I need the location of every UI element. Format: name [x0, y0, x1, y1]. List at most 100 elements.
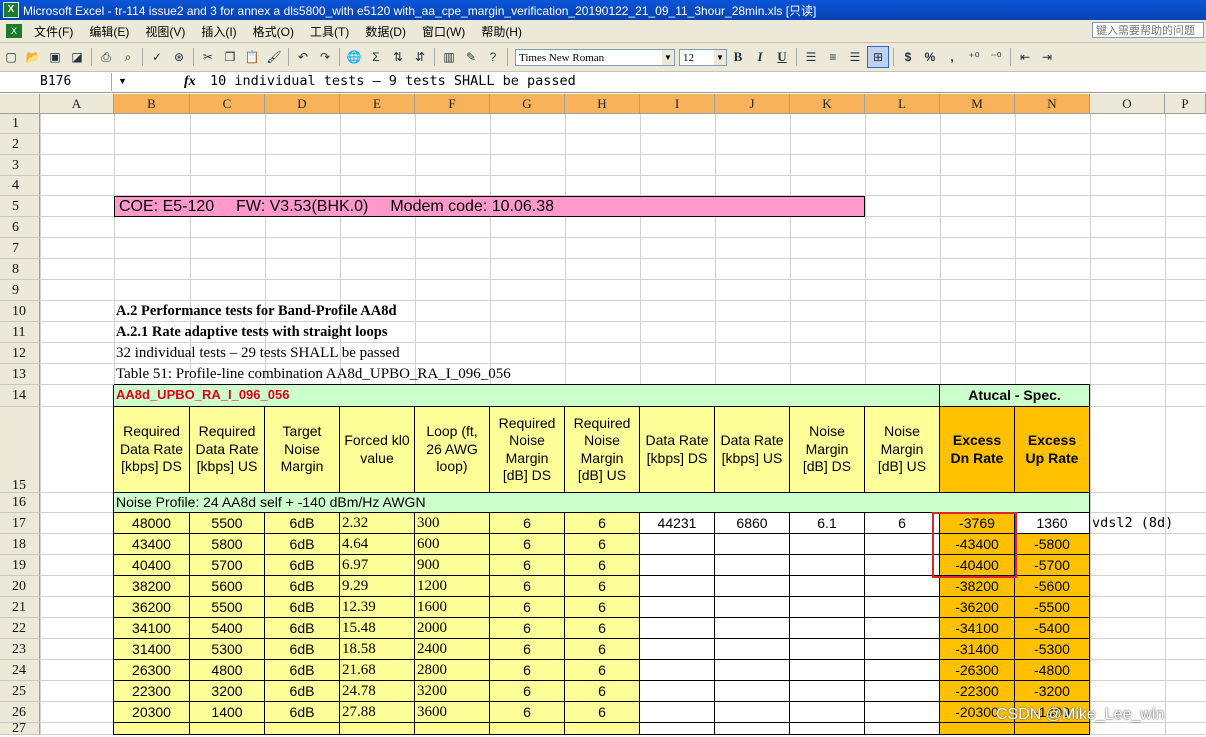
header-cell-d[interactable]: Target Noise Margin: [265, 407, 340, 493]
data-cell-h23[interactable]: 6: [565, 639, 640, 660]
data-cell-d24[interactable]: 6dB: [265, 660, 340, 681]
data-cell-j18[interactable]: [715, 534, 790, 555]
row-header-12[interactable]: 12: [0, 343, 40, 364]
open-icon[interactable]: 📂: [23, 47, 43, 67]
row-header-16[interactable]: 16: [0, 493, 40, 513]
data-cell-c23[interactable]: 5300: [190, 639, 265, 660]
data-cell-f19[interactable]: 900: [415, 555, 490, 576]
data-cell-n22[interactable]: -5400: [1015, 618, 1090, 639]
data-cell-e25[interactable]: 24.78: [340, 681, 415, 702]
data-cell-j25[interactable]: [715, 681, 790, 702]
new-icon[interactable]: ▢: [1, 47, 21, 67]
data-cell-k21[interactable]: [790, 597, 865, 618]
data-cell-f22[interactable]: 2000: [415, 618, 490, 639]
data-cell-d25[interactable]: 6dB: [265, 681, 340, 702]
data-cell-n23[interactable]: -5300: [1015, 639, 1090, 660]
data-cell-d19[interactable]: 6dB: [265, 555, 340, 576]
data-cell-i18[interactable]: [640, 534, 715, 555]
data-cell-h26[interactable]: 6: [565, 702, 640, 723]
data-cell-i25[interactable]: [640, 681, 715, 702]
data-cell-m24[interactable]: -26300: [940, 660, 1015, 681]
atucal-spec-cell[interactable]: Atucal - Spec.: [940, 385, 1090, 407]
data-cell-k26[interactable]: [790, 702, 865, 723]
column-header-h[interactable]: H: [565, 94, 640, 114]
data-cell-l18[interactable]: [865, 534, 940, 555]
menu-view[interactable]: 视图(V): [137, 23, 193, 40]
data-cell-j17[interactable]: 6860: [715, 513, 790, 534]
chevron-down-icon[interactable]: ▼: [662, 49, 674, 65]
data-cell-e22[interactable]: 15.48: [340, 618, 415, 639]
menu-file[interactable]: 文件(F): [26, 23, 81, 40]
data-cell-j23[interactable]: [715, 639, 790, 660]
row-header-1[interactable]: 1: [0, 114, 40, 134]
section-heading[interactable]: A.2 Performance tests for Band-Profile A…: [114, 301, 714, 322]
data-cell-l20[interactable]: [865, 576, 940, 597]
data-cell-h18[interactable]: 6: [565, 534, 640, 555]
data-cell-g22[interactable]: 6: [490, 618, 565, 639]
data-cell-row27[interactable]: [265, 723, 340, 735]
row-header-7[interactable]: 7: [0, 238, 40, 259]
column-header-b[interactable]: B: [114, 94, 190, 114]
header-cell-e[interactable]: Forced kl0 value: [340, 407, 415, 493]
data-cell-e23[interactable]: 18.58: [340, 639, 415, 660]
menu-window[interactable]: 窗口(W): [414, 23, 473, 40]
data-cell-m23[interactable]: -31400: [940, 639, 1015, 660]
header-cell-i[interactable]: Data Rate [kbps] DS: [640, 407, 715, 493]
row-header-5[interactable]: 5: [0, 196, 40, 217]
data-cell-k19[interactable]: [790, 555, 865, 576]
data-cell-g18[interactable]: 6: [490, 534, 565, 555]
copy-icon[interactable]: ❐: [220, 47, 240, 67]
data-cell-h22[interactable]: 6: [565, 618, 640, 639]
decrease-decimal-icon[interactable]: ⁻⁰: [986, 47, 1006, 67]
data-cell-l21[interactable]: [865, 597, 940, 618]
print-preview-icon[interactable]: ⌕: [118, 47, 138, 67]
select-all-corner[interactable]: [0, 94, 40, 114]
header-cell-m[interactable]: Excess Dn Rate: [940, 407, 1015, 493]
profile-name-cell[interactable]: AA8d_UPBO_RA_I_096_056: [114, 385, 940, 407]
data-cell-row27[interactable]: [865, 723, 940, 735]
subsection-heading[interactable]: A.2.1 Rate adaptive tests with straight …: [114, 322, 714, 343]
data-cell-l26[interactable]: [865, 702, 940, 723]
autosum-icon[interactable]: Σ: [366, 47, 386, 67]
data-cell-row27[interactable]: [190, 723, 265, 735]
row-header-27[interactable]: 27: [0, 723, 40, 735]
sort-ascending-icon[interactable]: ⇅: [388, 47, 408, 67]
coe-banner[interactable]: COE: E5-120 FW: V3.53(BHK.0) Modem code: 1…: [114, 196, 865, 217]
data-cell-g20[interactable]: 6: [490, 576, 565, 597]
row-header-25[interactable]: 25: [0, 681, 40, 702]
data-cell-e18[interactable]: 4.64: [340, 534, 415, 555]
help-icon[interactable]: ?: [483, 47, 503, 67]
data-cell-k24[interactable]: [790, 660, 865, 681]
column-header-c[interactable]: C: [190, 94, 265, 114]
data-cell-c17[interactable]: 5500: [190, 513, 265, 534]
data-cell-f23[interactable]: 2400: [415, 639, 490, 660]
data-cell-n24[interactable]: -4800: [1015, 660, 1090, 681]
data-cell-i21[interactable]: [640, 597, 715, 618]
font-name-select[interactable]: Times New Roman ▼: [515, 48, 675, 66]
menu-tools[interactable]: 工具(T): [302, 23, 357, 40]
row-header-19[interactable]: 19: [0, 555, 40, 576]
redo-icon[interactable]: ↷: [315, 47, 335, 67]
data-cell-c19[interactable]: 5700: [190, 555, 265, 576]
data-cell-m21[interactable]: -36200: [940, 597, 1015, 618]
italic-button[interactable]: I: [750, 47, 770, 67]
row-header-15[interactable]: 15: [0, 407, 40, 493]
increase-decimal-icon[interactable]: ⁺⁰: [964, 47, 984, 67]
row-header-4[interactable]: 4: [0, 176, 40, 196]
data-cell-h25[interactable]: 6: [565, 681, 640, 702]
sort-descending-icon[interactable]: ⇵: [410, 47, 430, 67]
header-cell-b[interactable]: Required Data Rate [kbps] DS: [114, 407, 190, 493]
data-cell-j22[interactable]: [715, 618, 790, 639]
data-cell-b17[interactable]: 48000: [114, 513, 190, 534]
workbook-icon[interactable]: X: [6, 24, 22, 38]
data-cell-h24[interactable]: 6: [565, 660, 640, 681]
column-header-j[interactable]: J: [715, 94, 790, 114]
data-cell-k17[interactable]: 6.1: [790, 513, 865, 534]
row-header-17[interactable]: 17: [0, 513, 40, 534]
data-cell-m22[interactable]: -34100: [940, 618, 1015, 639]
mode-note-cell[interactable]: vdsl2 (8d): [1092, 513, 1206, 534]
row-header-23[interactable]: 23: [0, 639, 40, 660]
row-header-8[interactable]: 8: [0, 259, 40, 280]
data-cell-i26[interactable]: [640, 702, 715, 723]
chevron-down-icon[interactable]: ▼: [118, 76, 127, 86]
